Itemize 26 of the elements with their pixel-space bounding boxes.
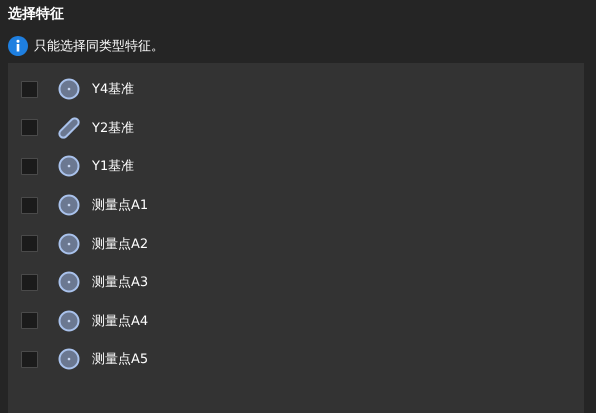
- circle-feature-icon: [58, 155, 80, 178]
- checkbox[interactable]: [21, 312, 38, 330]
- feature-label: 测量点A3: [92, 274, 148, 292]
- checkbox[interactable]: [21, 235, 38, 252]
- checkbox[interactable]: [21, 274, 38, 291]
- feature-label: 测量点A1: [92, 197, 148, 214]
- checkbox[interactable]: [21, 80, 38, 98]
- checkbox[interactable]: [21, 196, 38, 214]
- feature-label: Y4基准: [92, 81, 134, 98]
- feature-label: 测量点A5: [92, 351, 148, 368]
- checkbox[interactable]: [21, 350, 38, 368]
- circle-feature-icon: [58, 194, 80, 216]
- notice-text: 只能选择同类型特征。: [34, 38, 164, 55]
- info-icon: [8, 36, 28, 56]
- checkbox[interactable]: [21, 119, 38, 136]
- feature-label: 测量点A4: [92, 312, 148, 330]
- circle-feature-icon: [58, 348, 80, 370]
- checkbox[interactable]: [21, 158, 38, 175]
- feature-label: 测量点A2: [92, 236, 148, 253]
- circle-feature-icon: [58, 232, 80, 255]
- feature-label: Y1基准: [92, 158, 134, 176]
- section-title: 选择特征: [7, 5, 65, 24]
- feature-label: Y2基准: [92, 120, 134, 137]
- circle-feature-icon: [58, 310, 80, 332]
- circle-feature-icon: [58, 271, 80, 294]
- circle-feature-icon: [58, 78, 80, 100]
